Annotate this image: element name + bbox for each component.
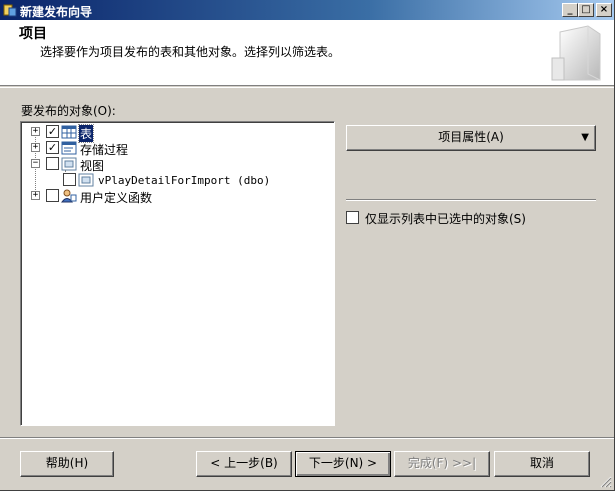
user-defined-functions-checkbox[interactable]: [46, 189, 59, 202]
resize-grip-icon[interactable]: [600, 476, 612, 488]
view-icon: [78, 173, 94, 187]
objects-label: 要发布的对象(O):: [21, 104, 116, 118]
minimize-button[interactable]: _: [562, 3, 578, 17]
tree-node-label: vPlayDetailForImport (dbo): [98, 174, 271, 187]
tree-node-label: 表: [77, 124, 95, 143]
close-button[interactable]: ×: [596, 3, 612, 17]
article-properties-label: 项目属性(A): [438, 130, 504, 144]
title-bar[interactable]: 新建发布向导 _ □ ×: [0, 0, 614, 20]
wizard-window: 新建发布向导 _ □ × 项目 选择要作为项目发布的表和其他对象。选择列以筛选表…: [0, 0, 615, 491]
expand-icon[interactable]: +: [31, 191, 40, 200]
page-title: 项目: [19, 26, 47, 42]
footer-divider: [0, 437, 614, 439]
function-icon: [61, 189, 77, 203]
tree-node-label: 视图: [80, 159, 105, 173]
objects-tree[interactable]: + ✓ 表 + ✓ 存储过程 − 视图 vPlayDetailForImport…: [20, 121, 335, 426]
expand-icon[interactable]: +: [31, 143, 40, 152]
wizard-header: 项目 选择要作为项目发布的表和其他对象。选择列以筛选表。: [0, 20, 614, 86]
only-selected-checkbox[interactable]: [346, 211, 359, 224]
tree-node-label: 用户定义函数: [80, 191, 153, 205]
wizard-app-icon: [3, 4, 17, 17]
views-checkbox[interactable]: [46, 157, 59, 170]
cancel-button[interactable]: 取消: [494, 451, 590, 477]
collapse-icon[interactable]: −: [31, 159, 40, 168]
dropdown-arrow-icon: ▼: [581, 132, 589, 143]
article-properties-button[interactable]: 项目属性(A) ▼: [346, 125, 596, 151]
help-button[interactable]: 帮助(H): [20, 451, 114, 477]
back-button[interactable]: < 上一步(B): [196, 451, 292, 477]
right-panel-divider: [346, 199, 596, 201]
only-selected-label: 仅显示列表中已选中的对象(S): [365, 212, 526, 226]
stored-procedure-icon: [61, 141, 77, 155]
expand-icon[interactable]: +: [31, 127, 40, 136]
finish-button[interactable]: 完成(F) >>|: [394, 451, 490, 477]
page-description: 选择要作为项目发布的表和其他对象。选择列以筛选表。: [40, 45, 341, 59]
tree-node-label: 存储过程: [80, 143, 129, 157]
tables-checkbox[interactable]: ✓: [46, 125, 59, 138]
maximize-button[interactable]: □: [578, 3, 594, 17]
window-title: 新建发布向导: [20, 5, 93, 19]
vplaydetailforimport-checkbox[interactable]: [63, 173, 76, 186]
header-divider: [0, 87, 614, 88]
next-button[interactable]: 下一步(N) >: [295, 451, 391, 477]
publication-graphic-icon: [551, 25, 601, 81]
table-icon: [61, 125, 77, 139]
stored-procedures-checkbox[interactable]: ✓: [46, 141, 59, 154]
view-icon: [61, 157, 77, 171]
